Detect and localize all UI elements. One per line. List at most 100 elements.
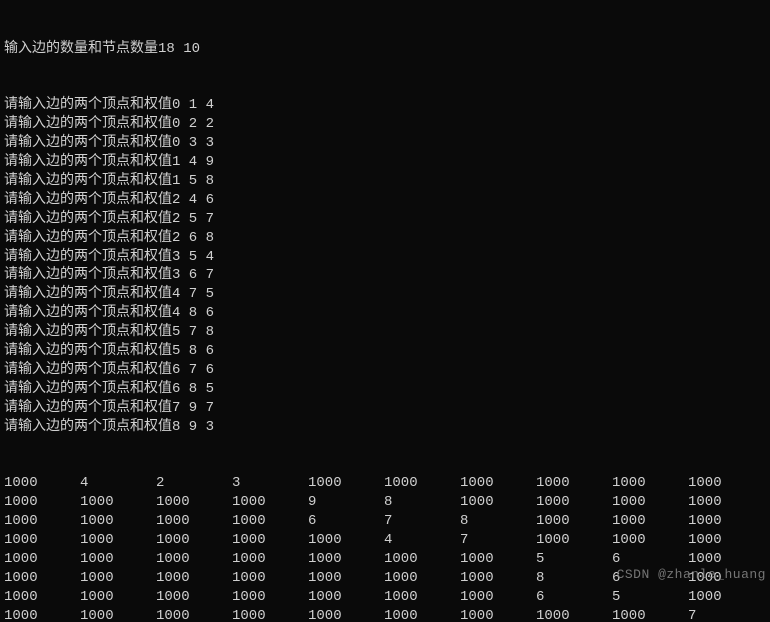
edge-prompt: 请输入边的两个顶点和权值 [4,343,172,359]
matrix-cell: 1000 [156,512,232,531]
matrix-cell: 4 [80,474,156,493]
matrix-cell: 1000 [232,512,308,531]
edge-input-lines: 请输入边的两个顶点和权值0 1 4请输入边的两个顶点和权值0 2 2请输入边的两… [4,96,766,436]
edge-line: 请输入边的两个顶点和权值8 9 3 [4,418,766,437]
matrix-cell: 1000 [536,512,612,531]
edge-line: 请输入边的两个顶点和权值2 6 8 [4,229,766,248]
matrix-cell: 1000 [308,474,384,493]
matrix-row: 1000100010001000100010001000651000 [4,588,766,607]
matrix-cell: 1000 [384,550,460,569]
matrix-cell: 1000 [4,531,80,550]
matrix-cell: 1000 [612,474,688,493]
matrix-row: 1000423100010001000100010001000 [4,474,766,493]
edge-prompt: 请输入边的两个顶点和权值 [4,230,172,246]
matrix-cell: 1000 [4,474,80,493]
matrix-cell: 1000 [156,607,232,622]
edge-line: 请输入边的两个顶点和权值3 5 4 [4,248,766,267]
terminal-output: 输入边的数量和节点数量18 10 请输入边的两个顶点和权值0 1 4请输入边的两… [0,0,770,622]
matrix-cell: 1000 [4,588,80,607]
adjacency-matrix: 1000423100010001000100010001000100010001… [4,474,766,622]
matrix-cell: 1000 [80,569,156,588]
matrix-cell: 1000 [80,550,156,569]
matrix-cell: 1000 [688,474,764,493]
matrix-cell: 2 [156,474,232,493]
matrix-cell: 1000 [612,493,688,512]
matrix-cell: 7 [460,531,536,550]
matrix-cell: 1000 [308,607,384,622]
edge-value: 2 4 6 [172,192,214,208]
edge-prompt: 请输入边的两个顶点和权值 [4,135,172,151]
matrix-cell: 1000 [308,588,384,607]
matrix-cell: 1000 [232,493,308,512]
edge-prompt: 请输入边的两个顶点和权值 [4,192,172,208]
edge-line: 请输入边的两个顶点和权值0 1 4 [4,96,766,115]
edge-value: 2 5 7 [172,211,214,227]
matrix-cell: 8 [536,569,612,588]
matrix-cell: 3 [232,474,308,493]
matrix-cell: 1000 [308,550,384,569]
edge-prompt: 请输入边的两个顶点和权值 [4,173,172,189]
edge-value: 5 7 8 [172,324,214,340]
matrix-cell: 1000 [80,531,156,550]
edge-prompt: 请输入边的两个顶点和权值 [4,381,172,397]
edge-line: 请输入边的两个顶点和权值6 8 5 [4,380,766,399]
matrix-cell: 1000 [156,569,232,588]
matrix-cell: 1000 [460,607,536,622]
matrix-cell: 1000 [232,531,308,550]
matrix-cell: 1000 [4,569,80,588]
matrix-cell: 1000 [536,607,612,622]
matrix-cell: 7 [384,512,460,531]
header-line: 输入边的数量和节点数量18 10 [4,40,766,59]
matrix-cell: 4 [384,531,460,550]
matrix-row: 1000100010001000100010001000100010007 [4,607,766,622]
matrix-cell: 1000 [80,607,156,622]
edge-line: 请输入边的两个顶点和权值1 4 9 [4,153,766,172]
matrix-cell: 1000 [460,569,536,588]
matrix-cell: 1000 [308,569,384,588]
edge-value: 3 6 7 [172,267,214,283]
edge-prompt: 请输入边的两个顶点和权值 [4,116,172,132]
edge-prompt: 请输入边的两个顶点和权值 [4,286,172,302]
watermark: CSDN @zhanle_huang [617,566,766,584]
matrix-cell: 8 [384,493,460,512]
edge-value: 6 8 5 [172,381,214,397]
edge-prompt: 请输入边的两个顶点和权值 [4,419,172,435]
matrix-cell: 1000 [4,550,80,569]
edge-value: 0 1 4 [172,97,214,113]
matrix-cell: 1000 [384,474,460,493]
edge-prompt: 请输入边的两个顶点和权值 [4,305,172,321]
edge-value: 5 8 6 [172,343,214,359]
matrix-cell: 1000 [4,607,80,622]
edge-value: 1 4 9 [172,154,214,170]
edge-line: 请输入边的两个顶点和权值4 7 5 [4,285,766,304]
matrix-cell: 1000 [536,474,612,493]
matrix-cell: 1000 [156,493,232,512]
matrix-cell: 1000 [688,512,764,531]
edge-line: 请输入边的两个顶点和权值4 8 6 [4,304,766,323]
matrix-cell: 7 [688,607,764,622]
matrix-cell: 1000 [232,607,308,622]
matrix-row: 1000100010001000100047100010001000 [4,531,766,550]
edge-prompt: 请输入边的两个顶点和权值 [4,400,172,416]
edge-value: 1 5 8 [172,173,214,189]
edge-value: 0 2 2 [172,116,214,132]
matrix-cell: 5 [612,588,688,607]
edge-prompt: 请输入边的两个顶点和权值 [4,97,172,113]
matrix-cell: 1000 [80,588,156,607]
matrix-cell: 1000 [612,607,688,622]
edge-line: 请输入边的两个顶点和权值0 3 3 [4,134,766,153]
matrix-cell: 1000 [384,588,460,607]
matrix-cell: 1000 [156,531,232,550]
edge-prompt: 请输入边的两个顶点和权值 [4,154,172,170]
edge-value: 4 7 5 [172,286,214,302]
matrix-cell: 1000 [688,493,764,512]
edge-value: 8 9 3 [172,419,214,435]
edge-line: 请输入边的两个顶点和权值0 2 2 [4,115,766,134]
edge-value: 3 5 4 [172,249,214,265]
matrix-cell: 1000 [460,493,536,512]
edge-value: 2 6 8 [172,230,214,246]
edge-value: 6 7 6 [172,362,214,378]
edge-line: 请输入边的两个顶点和权值2 5 7 [4,210,766,229]
matrix-cell: 1000 [460,474,536,493]
matrix-cell: 9 [308,493,384,512]
